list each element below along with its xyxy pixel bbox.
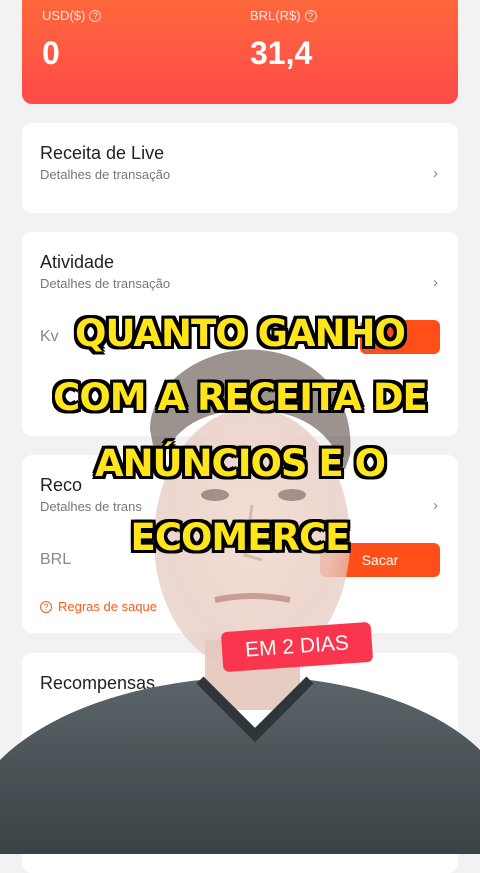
chevron-right-icon: › <box>433 274 438 291</box>
help-icon[interactable]: ? <box>304 9 317 22</box>
help-icon[interactable]: ? <box>89 9 102 22</box>
brl-balance-value: 31,4 <box>250 35 313 71</box>
card-title: Atividade <box>40 252 115 272</box>
usd-balance-value: 0 <box>42 35 60 71</box>
usd-balance-label: USD($) <box>42 8 86 23</box>
caption-line: ECOMERCE <box>130 516 351 559</box>
card-title: Receita de Live <box>40 143 165 163</box>
caption-line: QUANTO GANHO <box>75 312 406 355</box>
live-revenue-card[interactable]: Receita de Live Detalhes de transação › <box>22 123 458 213</box>
balance-card: USD($) ? 0 BRL(R$) ? 31,4 <box>22 0 458 104</box>
usd-balance: USD($) ? 0 <box>42 8 102 72</box>
card-subtitle: Detalhes de transação <box>40 167 171 182</box>
brl-balance: BRL(R$) ? 31,4 <box>250 8 317 72</box>
caption-line: ANÚNCIOS E O <box>94 442 386 485</box>
card-title: Recompensas <box>40 673 156 693</box>
chevron-right-icon: › <box>433 165 438 182</box>
withdraw-rules-link[interactable]: ? Regras de saque <box>40 599 157 614</box>
card-subtitle: Detalhes de transação <box>40 276 171 291</box>
caption-line: COM A RECEITA DE <box>53 376 428 419</box>
rewards-card[interactable]: Recompensas <box>22 653 458 873</box>
help-icon: ? <box>40 600 52 613</box>
brl-balance-label: BRL(R$) <box>250 8 301 23</box>
withdraw-rules-label: Regras de saque <box>58 599 158 614</box>
